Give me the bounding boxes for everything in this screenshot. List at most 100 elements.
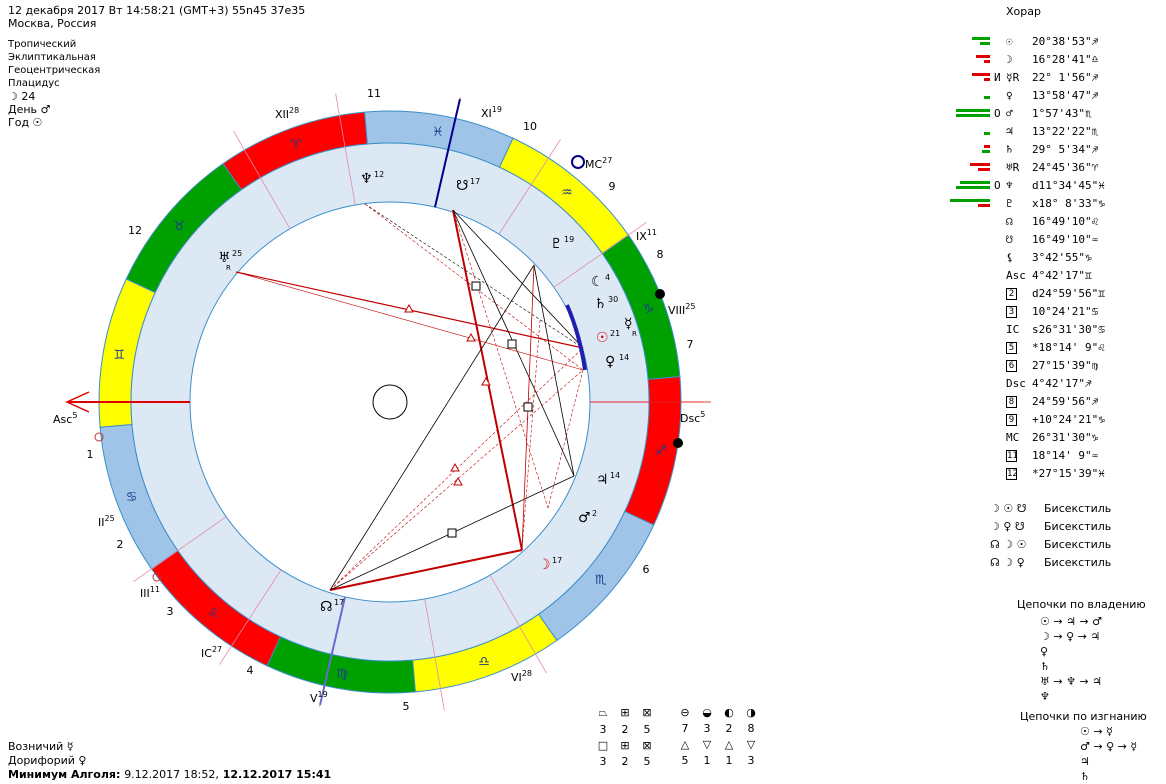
planet-row: 8 24°59'56"♐ bbox=[948, 393, 1163, 411]
venus-icon: ♀ bbox=[605, 354, 615, 370]
planet-position: 4°42'17"♊ bbox=[1032, 269, 1092, 282]
planet-symbol: 12 bbox=[1006, 468, 1018, 480]
aspect-square-icon bbox=[523, 402, 533, 412]
jupiter-icon: ♃ bbox=[596, 472, 609, 488]
strength-bars bbox=[948, 161, 990, 175]
house-number: 6 bbox=[643, 563, 650, 576]
sign-glyph: ♋ bbox=[126, 490, 138, 505]
strength-bars bbox=[948, 125, 990, 139]
planet-position: d24°59'56"♊ bbox=[1032, 287, 1105, 300]
planet-row: ♇ x18° 8'33"♑ bbox=[948, 195, 1163, 213]
chain-line: ♀ bbox=[1040, 645, 1049, 658]
fixed-star-marker-icon bbox=[673, 438, 683, 448]
planet-symbol: ♄ bbox=[1006, 143, 1013, 156]
doriforiy-row: Дорифорий ♀ bbox=[8, 754, 87, 767]
house-number: 1 bbox=[87, 448, 94, 461]
strength-bars bbox=[948, 287, 990, 301]
saturn-degree: 30 bbox=[608, 295, 618, 304]
sign-glyph: ♑ bbox=[643, 302, 655, 317]
planet-row: Asc 4°42'17"♊ bbox=[948, 267, 1163, 285]
strength-bars bbox=[948, 89, 990, 103]
planet-symbol: 8 bbox=[1006, 396, 1017, 408]
sign-glyph: ♎ bbox=[478, 654, 490, 669]
south-node-icon: ☋ bbox=[456, 178, 468, 194]
cusp-label-dsc: Dsc5 bbox=[680, 410, 705, 425]
aspect-pattern-row: ☊ ☽ ☉ Бисекстиль bbox=[990, 538, 1111, 556]
planet-symbol: 11 bbox=[1006, 450, 1018, 462]
saturn-icon: ♄ bbox=[594, 296, 607, 312]
mc-marker-icon bbox=[571, 155, 585, 169]
planet-flag: О bbox=[994, 107, 1001, 120]
year-ruler: Год ☉ bbox=[8, 116, 43, 129]
planet-symbol: MC bbox=[1006, 431, 1020, 444]
cusp-label-iii: III11 bbox=[140, 585, 160, 600]
planet-symbol: ♀ bbox=[1006, 89, 1013, 102]
chain-line: ♅ → ♆ → ♃ bbox=[1040, 675, 1103, 688]
planet-position: 24°45'36"♈ bbox=[1032, 161, 1099, 174]
strength-bars bbox=[948, 413, 990, 427]
planet-symbol: Asc bbox=[1006, 269, 1026, 282]
planet-row: Dsc 4°42'17"♐ bbox=[948, 375, 1163, 393]
uranus-retro: R bbox=[226, 264, 231, 272]
planet-position: 4°42'17"♐ bbox=[1032, 377, 1092, 390]
planet-position: 24°59'56"♐ bbox=[1032, 395, 1099, 408]
planet-position: 29° 5'34"♐ bbox=[1032, 143, 1099, 156]
panel-title: Хорар bbox=[1006, 5, 1041, 18]
strength-bars bbox=[948, 467, 990, 481]
sign-glyph: ♉ bbox=[174, 219, 186, 234]
aspect-pattern-glyphs: ☽ ♀ ☋ bbox=[990, 520, 1025, 533]
aspect-pattern-label: Бисекстиль bbox=[1044, 538, 1112, 551]
planet-position: s26°31'30"♋ bbox=[1032, 323, 1105, 336]
voznichy-row: Возничий ☿ bbox=[8, 740, 74, 753]
planet-row: ♄ 29° 5'34"♐ bbox=[948, 141, 1163, 159]
planet-positions-list: ☉ 20°38'53"♐ ☽ 16°28'41"♎ И ☿R 22° 1'56"♐ ♀ 13°5… bbox=[948, 33, 1163, 483]
planet-row: ☽ 16°28'41"♎ bbox=[948, 51, 1163, 69]
circle-split-icon: ◐ bbox=[724, 706, 734, 719]
coord-system: Эклиптикальная bbox=[8, 52, 96, 63]
chain-line: ♃ bbox=[1080, 755, 1090, 768]
planet-row: ☊ 16°49'10"♌ bbox=[948, 213, 1163, 231]
cusp-label-xi: XI19 bbox=[481, 105, 502, 120]
moon-icon: ☽ bbox=[538, 557, 551, 573]
strength-bars bbox=[948, 449, 990, 463]
chain-line: ☽ → ♀ → ♃ bbox=[1040, 630, 1101, 643]
aspect-pattern-row: ☽ ☉ ☋ Бисекстиль bbox=[990, 502, 1111, 520]
planet-position: 10°24'21"♋ bbox=[1032, 305, 1099, 318]
north-node-degree: 17 bbox=[334, 598, 344, 607]
datetime-line: 12 декабря 2017 Вт 14:58:21 (GMT+3) 55n4… bbox=[8, 4, 306, 17]
triangle-down-line-icon: ▽ bbox=[746, 738, 756, 751]
strength-bars bbox=[948, 323, 990, 337]
square-x-icon: ⊠ bbox=[642, 739, 652, 752]
neptune-degree: 12 bbox=[374, 170, 384, 179]
jupiter-degree: 14 bbox=[610, 471, 620, 480]
planet-position: 16°49'10"♒ bbox=[1032, 233, 1099, 246]
planet-symbol: 3 bbox=[1006, 306, 1017, 318]
planet-position: 13°22'22"♏ bbox=[1032, 125, 1099, 138]
house-number: 10 bbox=[523, 120, 537, 133]
lilith-degree: 4 bbox=[605, 273, 610, 282]
trapezoid-icon: ⏢ bbox=[598, 706, 608, 719]
chain-line: ♆ bbox=[1040, 690, 1050, 703]
triangle-down-icon: ▽ bbox=[702, 738, 712, 751]
strength-bars bbox=[948, 251, 990, 265]
triangle-up-icon: △ bbox=[680, 738, 690, 751]
planet-position: 16°49'10"♌ bbox=[1032, 215, 1099, 228]
house-number: 4 bbox=[247, 664, 254, 677]
earth-center bbox=[372, 384, 408, 420]
chains-ownership-title: Цепочки по владению bbox=[1017, 598, 1146, 611]
mercury-retro: R bbox=[632, 330, 637, 338]
planet-row: 2 d24°59'56"♊ bbox=[948, 285, 1163, 303]
chart-params: Тропический Эклиптикальная Геоцентрическ… bbox=[8, 38, 100, 129]
circle-bar-icon: ◑ bbox=[746, 706, 756, 719]
planet-row: О ♂ 1°57'43"♏ bbox=[948, 105, 1163, 123]
stats-group-2: ⊖ ◒ ◐ ◑ 7328 △ ▽ △ ▽ 5113 bbox=[674, 706, 762, 767]
aspect-pattern-glyphs: ☊ ☽ ♀ bbox=[990, 556, 1025, 569]
planet-symbol: Dsc bbox=[1006, 377, 1026, 390]
strength-bars bbox=[948, 107, 990, 121]
strength-bars bbox=[948, 215, 990, 229]
north-node-icon: ☊ bbox=[320, 599, 332, 615]
house-number: 8 bbox=[657, 248, 664, 261]
cusp-label-ix: IX11 bbox=[636, 228, 657, 243]
chain-line: ☉ → ☿ bbox=[1080, 725, 1113, 738]
planet-row: ☉ 20°38'53"♐ bbox=[948, 33, 1163, 51]
